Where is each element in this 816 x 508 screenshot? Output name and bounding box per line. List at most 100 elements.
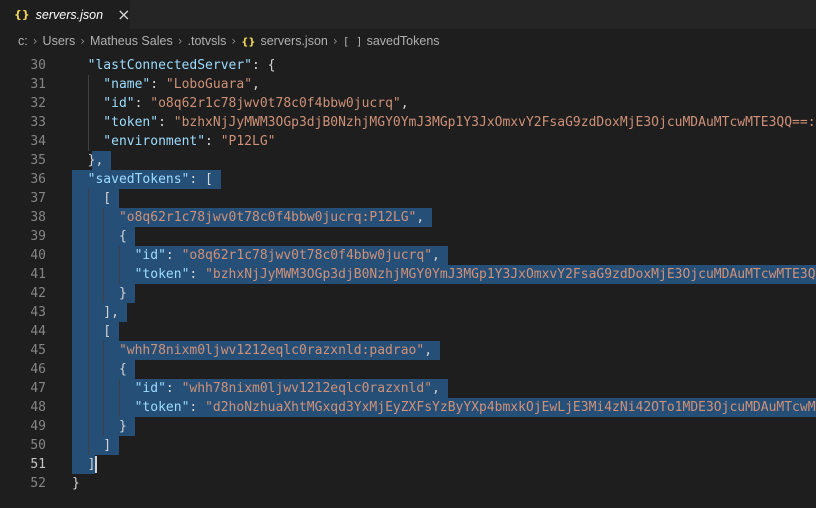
code-line[interactable]: 52} xyxy=(0,474,816,493)
indent-guide xyxy=(87,379,89,398)
indent-guide xyxy=(103,379,105,398)
indent-guide xyxy=(103,208,105,227)
close-icon[interactable]: × xyxy=(117,6,130,23)
breadcrumb-item[interactable]: Matheus Sales xyxy=(90,34,173,48)
line-number: 48 xyxy=(30,400,46,415)
chevron-right-icon: › xyxy=(32,33,38,48)
indent-guide xyxy=(87,360,89,379)
breadcrumb-item[interactable]: {} servers.json xyxy=(241,34,328,48)
code-editor[interactable]: 30 "lastConnectedServer": {31 "name": "Lob… xyxy=(0,52,816,508)
line-number: 33 xyxy=(30,115,46,130)
json-punctuation: , xyxy=(424,343,433,358)
json-file-icon: {} xyxy=(241,36,256,48)
indent-guide xyxy=(103,284,105,303)
line-number: 30 xyxy=(30,58,46,73)
json-string: "P12LG" xyxy=(220,134,276,149)
indent-guide xyxy=(87,398,89,417)
json-key: "environment" xyxy=(103,134,206,149)
code-text: ], xyxy=(103,303,119,322)
indent-guide xyxy=(87,246,89,265)
indent-guide xyxy=(103,398,105,417)
code-line[interactable]: 35}, xyxy=(0,151,816,170)
indent-guide xyxy=(103,227,105,246)
json-punctuation: ], xyxy=(103,305,119,320)
indent-guide xyxy=(87,208,89,227)
json-key: "id" xyxy=(103,96,135,111)
breadcrumb-item[interactable]: c: xyxy=(18,34,28,48)
line-number: 51 xyxy=(30,457,46,472)
line-number: 38 xyxy=(30,210,46,225)
code-text: "o8q62r1c78jwv0t78c0f4bbw0jucrq:P12LG", xyxy=(119,208,424,227)
code-line[interactable]: 44 [ xyxy=(0,322,816,341)
code-line[interactable]: 51] xyxy=(0,455,816,474)
json-key: "lastConnectedServer" xyxy=(87,58,253,73)
json-key: "token" xyxy=(103,115,159,130)
code-line[interactable]: 33 "token": "bzhxNjJyMWM3OGp3djB0NzhjMGY0… xyxy=(0,113,816,132)
code-text: "whh78nixm0ljwv1212eqlc0razxnld:padrao", xyxy=(119,341,432,360)
line-number: 46 xyxy=(30,362,46,377)
json-punctuation: : [ xyxy=(189,172,213,187)
indent-guide xyxy=(87,189,89,208)
code-line[interactable]: 37 [ xyxy=(0,189,816,208)
code-line[interactable]: 48 "token": "d2hoNzhuaXhtMGxqd3YxMjEyZXFs… xyxy=(0,398,816,417)
indent-guide xyxy=(103,360,105,379)
json-punctuation: : xyxy=(158,115,174,130)
indent-guide xyxy=(103,417,105,436)
line-number: 40 xyxy=(30,248,46,263)
selection-highlight xyxy=(72,436,119,455)
code-line[interactable]: 32 "id": "o8q62r1c78jwv0t78c0f4bbw0jucrq"… xyxy=(0,94,816,113)
breadcrumb-item[interactable]: [ ] savedTokens xyxy=(343,34,440,48)
breadcrumb-item[interactable]: Users xyxy=(43,34,76,48)
json-punctuation: : xyxy=(189,267,206,282)
indent-guide xyxy=(87,341,89,360)
json-punctuation: , xyxy=(416,210,425,225)
line-number: 50 xyxy=(30,438,46,453)
indent-guide xyxy=(87,322,89,341)
code-line[interactable]: 49} xyxy=(0,417,816,436)
json-string: "LoboGuara" xyxy=(165,77,253,92)
code-line[interactable]: 47 "id": "whh78nixm0ljwv1212eqlc0razxnld"… xyxy=(0,379,816,398)
code-line[interactable]: 39 { xyxy=(0,227,816,246)
tab-servers-json[interactable]: {} servers.json × xyxy=(0,0,130,29)
indent-guide xyxy=(118,246,120,265)
code-text: "environment": "P12LG" xyxy=(103,132,275,151)
code-line[interactable]: 43], xyxy=(0,303,816,322)
json-punctuation: [ xyxy=(103,324,112,339)
code-line[interactable]: 40 "id": "o8q62r1c78jwv0t78c0f4bbw0jucrq"… xyxy=(0,246,816,265)
code-line[interactable]: 41 "token": "bzhxNjJyMWM3OGp3djB0NzhjMGY0… xyxy=(0,265,816,284)
json-string: "o8q62r1c78jwv0t78c0f4bbw0jucrq" xyxy=(181,248,433,263)
line-number: 49 xyxy=(30,419,46,434)
line-number: 47 xyxy=(30,381,46,396)
breadcrumb-item[interactable]: .totvsls xyxy=(188,34,227,48)
line-number: 39 xyxy=(30,229,46,244)
code-text: "lastConnectedServer": { xyxy=(88,56,276,75)
selection-highlight xyxy=(72,322,119,341)
code-line[interactable]: 31 "name": "LoboGuara", xyxy=(0,75,816,94)
code-line[interactable]: 30 "lastConnectedServer": { xyxy=(0,56,816,75)
line-number: 31 xyxy=(30,77,46,92)
code-text: } xyxy=(119,417,127,436)
code-line[interactable]: 45 "whh78nixm0ljwv1212eqlc0razxnld:padrao… xyxy=(0,341,816,360)
indent-guide xyxy=(87,113,89,132)
code-line[interactable]: 42} xyxy=(0,284,816,303)
tab-label: servers.json xyxy=(35,7,104,22)
indent-guide xyxy=(87,132,89,151)
json-key: "token" xyxy=(134,267,190,282)
indent-guide xyxy=(87,227,89,246)
code-line[interactable]: 50] xyxy=(0,436,816,455)
code-line[interactable]: 34 "environment": "P12LG" xyxy=(0,132,816,151)
json-key: "id" xyxy=(134,248,166,263)
indent-guide xyxy=(118,265,120,284)
selection-highlight xyxy=(72,189,119,208)
indent-guide xyxy=(103,265,105,284)
code-line[interactable]: 46 { xyxy=(0,360,816,379)
code-line[interactable]: 38 "o8q62r1c78jwv0t78c0f4bbw0jucrq:P12LG"… xyxy=(0,208,816,227)
json-string: "bzhxNjJyMWM3OGp3djB0NzhjMGY0YmJ3MGp1Y3J… xyxy=(205,267,816,282)
code-text: "id": "o8q62r1c78jwv0t78c0f4bbw0jucrq", xyxy=(103,94,408,113)
json-punctuation: : xyxy=(165,248,182,263)
code-text: ] xyxy=(103,436,111,455)
indent-guide xyxy=(87,436,89,455)
json-punctuation: , xyxy=(432,248,440,263)
code-line[interactable]: 36 "savedTokens": [ xyxy=(0,170,816,189)
json-punctuation: : xyxy=(165,381,182,396)
